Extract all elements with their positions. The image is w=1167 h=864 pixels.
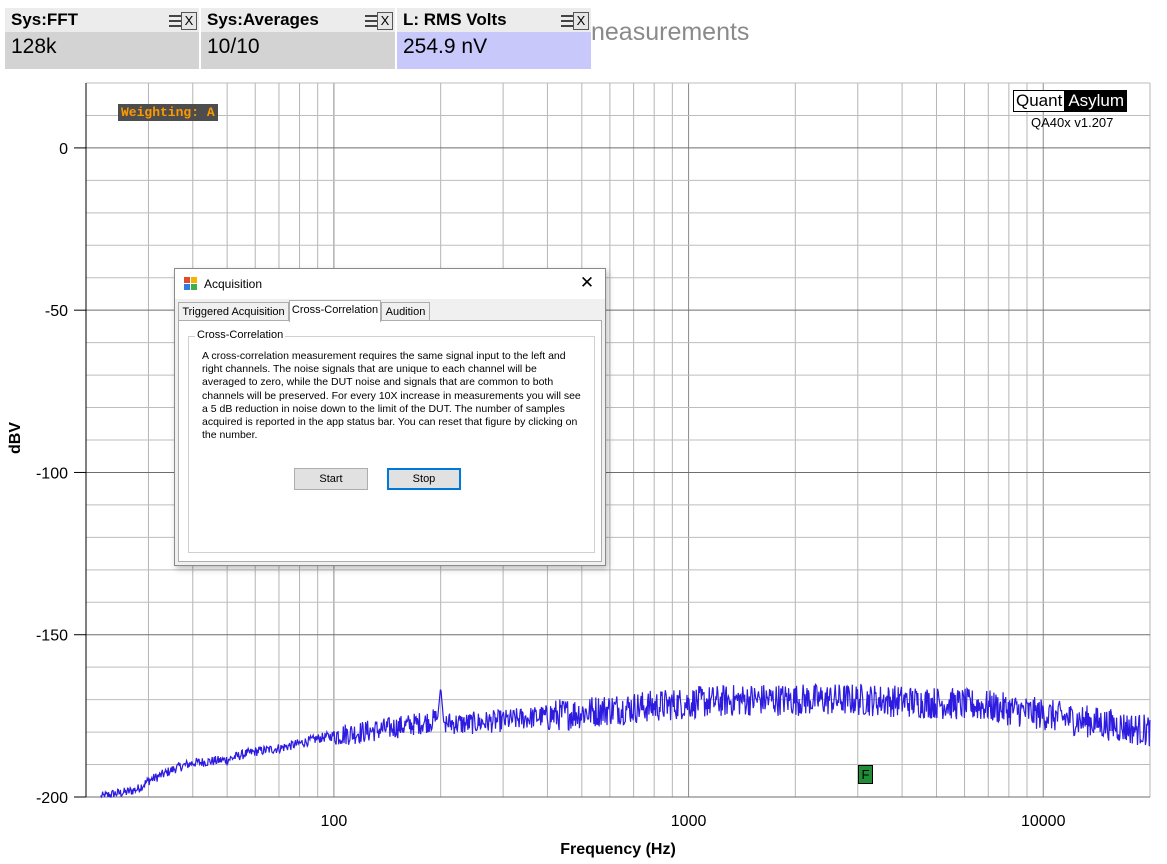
measurement-widget-averages[interactable]: Sys:Averages X 10/10	[201, 8, 395, 69]
logo-right: Asylum	[1065, 90, 1128, 112]
tab-page-cross-correlation: Cross-Correlation A cross-correlation me…	[178, 320, 602, 562]
app-icon	[184, 277, 198, 290]
y-axis-label: dBV	[7, 422, 24, 454]
dialog-titlebar[interactable]: Acquisition ✕	[175, 269, 605, 299]
x-tick-label: 10000	[1021, 813, 1066, 830]
widget-title: L: RMS Volts	[403, 10, 507, 29]
version-label: QA40x v1.207	[1031, 115, 1114, 130]
hamburger-icon[interactable]	[364, 12, 378, 28]
close-icon[interactable]: X	[573, 12, 589, 30]
spectrum-trace	[100, 682, 1151, 799]
tab-cross-correlation[interactable]: Cross-Correlation	[289, 300, 381, 322]
dialog-title: Acquisition	[204, 277, 263, 291]
start-button[interactable]: Start	[294, 468, 368, 490]
y-tick-label: -100	[36, 465, 68, 482]
tab-audition[interactable]: Audition	[381, 302, 430, 321]
y-tick-labels: 0 -50 -100 -150 -200	[36, 141, 68, 807]
measurement-widget-fft[interactable]: Sys:FFT X 128k	[5, 8, 199, 69]
x-tick-label: 100	[321, 813, 348, 830]
close-icon[interactable]: ✕	[577, 273, 597, 293]
widget-value: 254.9 nV	[403, 35, 488, 58]
close-icon[interactable]: X	[181, 12, 197, 30]
logo-left: Quant	[1013, 90, 1066, 112]
acquisition-dialog: Acquisition ✕ Triggered Acquisition Cros…	[174, 268, 606, 566]
widget-title: Sys:Averages	[207, 10, 319, 29]
obscured-title-text: neasurements	[591, 18, 750, 46]
y-tick-label: -50	[45, 303, 68, 320]
x-tick-labels: 100 1000 10000	[321, 813, 1066, 830]
widget-title: Sys:FFT	[11, 10, 79, 29]
x-axis-label: Frequency (Hz)	[560, 841, 676, 858]
cross-correlation-description: A cross-correlation measurement requires…	[202, 350, 581, 442]
close-icon[interactable]: X	[377, 12, 393, 30]
weighting-badge: Weighting: A	[118, 104, 218, 121]
x-tick-label: 1000	[671, 813, 707, 830]
frequency-marker[interactable]: F	[858, 765, 873, 784]
widget-value: 10/10	[207, 35, 260, 58]
y-tick-label: -150	[36, 628, 68, 645]
tab-triggered-acquisition[interactable]: Triggered Acquisition	[178, 302, 289, 321]
y-tick-label: 0	[59, 141, 68, 158]
y-tick-label: -200	[36, 790, 68, 807]
hamburger-icon[interactable]	[168, 12, 182, 28]
group-title: Cross-Correlation	[195, 329, 286, 341]
stop-button[interactable]: Stop	[387, 468, 461, 490]
hamburger-icon[interactable]	[560, 12, 574, 28]
widget-value: 128k	[11, 35, 57, 58]
quantasylum-logo: Quant Asylum	[1013, 90, 1128, 112]
measurement-widget-rms-volts[interactable]: L: RMS Volts X 254.9 nV	[397, 8, 591, 69]
cross-correlation-group: Cross-Correlation A cross-correlation me…	[188, 329, 595, 553]
